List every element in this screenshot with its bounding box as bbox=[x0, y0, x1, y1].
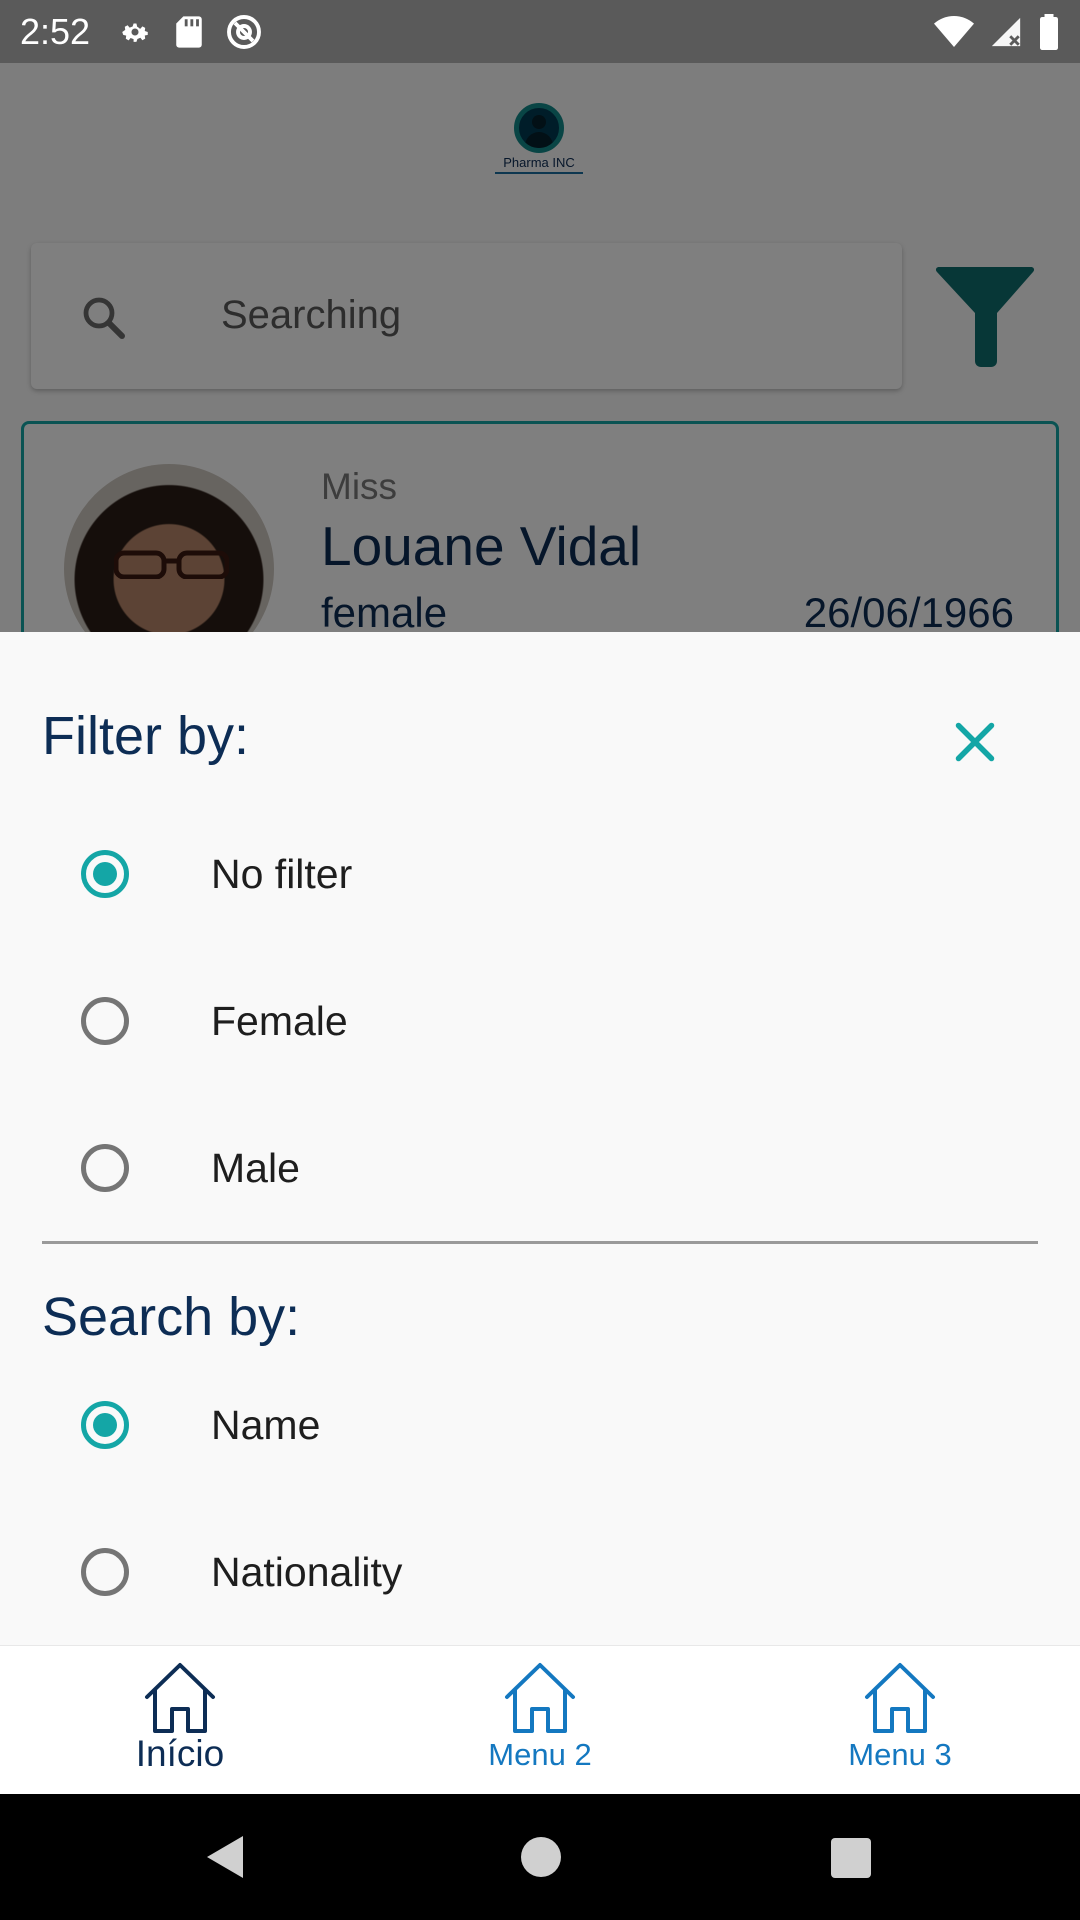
radio-label: Name bbox=[211, 1401, 321, 1448]
nav-label: Menu 2 bbox=[488, 1737, 592, 1772]
filter-option-no-filter[interactable]: No filter bbox=[0, 814, 1080, 934]
radio-name[interactable] bbox=[81, 1401, 129, 1449]
nav-item-menu-2[interactable]: Menu 2 bbox=[360, 1646, 720, 1795]
nav-label: Menu 3 bbox=[848, 1737, 952, 1772]
modal-scrim[interactable] bbox=[0, 63, 1080, 632]
home-icon bbox=[505, 1663, 575, 1733]
filter-title: Filter by: bbox=[42, 706, 250, 766]
at-sign-icon bbox=[227, 14, 262, 49]
radio-label: Female bbox=[211, 997, 348, 1044]
search-option-name[interactable]: Name bbox=[0, 1365, 1080, 1485]
gear-icon bbox=[122, 23, 148, 42]
sd-card-icon bbox=[176, 15, 202, 48]
system-nav-bar bbox=[0, 1794, 1080, 1920]
battery-icon bbox=[1040, 13, 1058, 50]
close-icon bbox=[955, 722, 995, 762]
search-by-title: Search by: bbox=[42, 1287, 301, 1347]
bottom-nav: Início Menu 2 Menu 3 bbox=[0, 1645, 1080, 1794]
nav-item-inicio[interactable]: Início bbox=[0, 1646, 360, 1795]
status-bar: 2:52 bbox=[0, 0, 1080, 63]
wifi-icon bbox=[934, 15, 974, 47]
home-icon bbox=[145, 1663, 215, 1733]
radio-male[interactable] bbox=[81, 1144, 129, 1192]
divider bbox=[42, 1241, 1038, 1244]
nav-label: Início bbox=[135, 1733, 225, 1774]
nav-item-menu-3[interactable]: Menu 3 bbox=[720, 1646, 1080, 1795]
radio-female[interactable] bbox=[81, 997, 129, 1045]
filter-bottom-sheet: Filter by: No filter Female Male Search … bbox=[0, 632, 1080, 1645]
radio-no-filter[interactable] bbox=[81, 850, 129, 898]
filter-option-female[interactable]: Female bbox=[0, 961, 1080, 1081]
cell-signal-icon bbox=[991, 17, 1021, 46]
search-option-nationality[interactable]: Nationality bbox=[0, 1512, 1080, 1632]
status-time: 2:52 bbox=[20, 10, 91, 52]
back-icon[interactable] bbox=[205, 1834, 245, 1880]
status-icons-right bbox=[934, 13, 1060, 50]
radio-label: No filter bbox=[211, 850, 353, 897]
filter-option-male[interactable]: Male bbox=[0, 1108, 1080, 1228]
recents-icon[interactable] bbox=[831, 1838, 871, 1878]
radio-label: Nationality bbox=[211, 1548, 403, 1595]
home-button-icon[interactable] bbox=[521, 1837, 561, 1877]
close-button[interactable] bbox=[945, 712, 1005, 772]
radio-nationality[interactable] bbox=[81, 1548, 129, 1596]
home-icon bbox=[865, 1663, 935, 1733]
status-icons-left bbox=[118, 14, 262, 50]
radio-label: Male bbox=[211, 1144, 300, 1191]
